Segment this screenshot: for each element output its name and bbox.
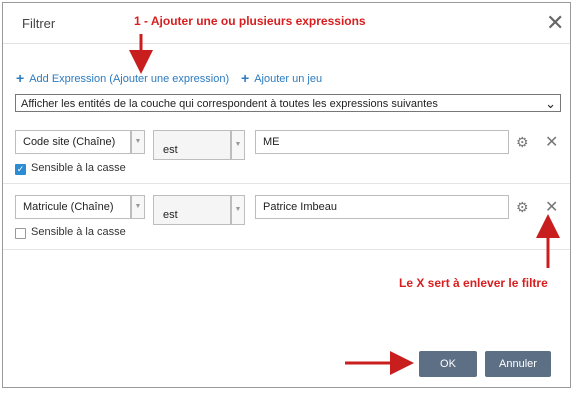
annotation-arrows bbox=[129, 34, 560, 375]
